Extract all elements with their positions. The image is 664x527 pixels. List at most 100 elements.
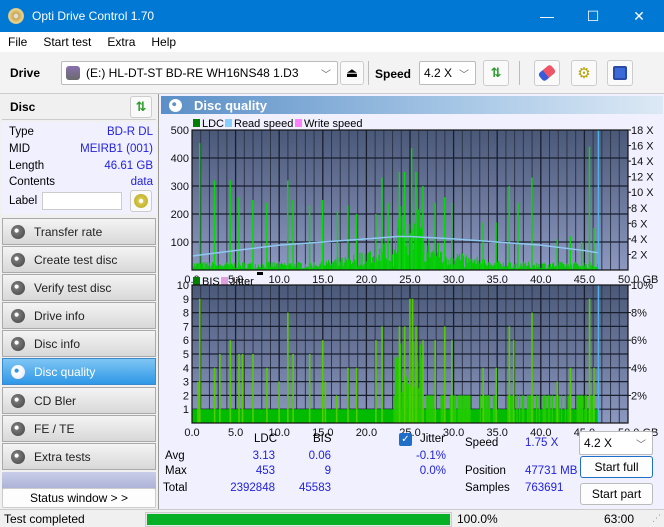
bis-bar [564,395,567,423]
bis-peak [508,326,511,423]
nav-extra-tests[interactable]: Extra tests [2,443,156,470]
bis-bar [519,395,521,423]
bis-bar [486,395,488,423]
jitter-checkbox[interactable]: ✓ [399,433,412,446]
ldc-bar [560,262,562,270]
bis-chart: BIS Jitter 0.0 5.0 10.0 15.0 20.0 25.0 30.0 35.… [177,272,658,437]
nav-drive-info[interactable]: Drive info [2,302,156,329]
refresh-button[interactable]: ⇅ [483,60,509,86]
bis-bar [516,395,518,423]
window-title: Opti Drive Control 1.70 [32,9,155,23]
resize-grip-icon[interactable]: ⋰ [652,513,661,524]
y2-tick-label: 6 X [631,218,648,230]
bis-peak [593,367,595,423]
ldc-bar [332,262,334,270]
ldc-bar [553,262,555,270]
menu-extra[interactable]: Extra [99,35,143,49]
ldc-peak [450,202,453,270]
nav-cd-bler[interactable]: CD Bler [2,387,156,414]
ldc-bar [242,262,244,270]
disc-type-value: BD-R DL [106,126,153,138]
bis-peak [335,395,338,423]
ldc-bar [311,265,313,270]
start-full-button[interactable]: Start full [580,456,653,478]
nav-label: FE / TE [34,421,75,436]
ldc-bar [493,264,495,270]
legend-swatch-bis [193,277,200,285]
bis-bar [393,395,395,423]
stats-max-label: Max [165,465,187,477]
status-window-button[interactable]: Status window > > [2,488,156,508]
ldc-bar [435,256,437,270]
gears-icon: ⚙ [577,65,591,82]
ldc-bar [348,260,351,270]
ldc-bar [359,252,361,270]
ldc-peak [580,242,583,270]
menu-help[interactable]: Help [143,35,184,49]
nav-create-test-disc[interactable]: Create test disc [2,246,156,273]
ldc-bar [275,263,277,270]
ldc-bar [379,248,381,270]
ldc-bar [576,263,578,270]
ldc-bar [526,265,528,270]
ldc-bar [494,263,496,270]
ldc-bar [407,254,409,270]
drive-select[interactable]: (E:) HL-DT-ST BD-RE WH16NS48 1.D3 ﹀ [61,61,338,85]
ldc-bar [364,254,366,270]
fe-te-icon [11,421,25,436]
nav-disc-info[interactable]: Disc info [2,330,156,357]
ldc-bar [446,258,448,270]
maximize-button[interactable]: ☐ [570,0,616,32]
y-tick-label: 300 [171,181,189,193]
ldc-peak [569,236,571,270]
stats-total-bis: 45583 [299,482,331,494]
disc-refresh-button[interactable]: ⇅ [130,96,152,118]
bis-peak [569,367,572,423]
save-button[interactable] [607,60,633,86]
menu-start-test[interactable]: Start test [35,35,99,49]
nav-label: Extra tests [34,449,91,464]
bis-peak [321,340,324,423]
start-part-button[interactable]: Start part [580,483,653,505]
ldc-bar [388,260,390,270]
ldc-peak [410,148,413,270]
close-button[interactable]: ✕ [616,0,662,32]
create-disc-icon [11,252,25,267]
ldc-bar [243,262,245,270]
nav-fe-te[interactable]: FE / TE [2,415,156,442]
speed-select[interactable]: 4.2 X ﹀ [419,61,476,85]
disc-label-button[interactable] [130,190,152,212]
legend-swatch-write-speed [295,119,302,127]
y-tick-label: 7 [183,321,189,333]
bis-peak [450,340,453,423]
minimize-button[interactable]: — [524,0,570,32]
nav-verify-test-disc[interactable]: Verify test disc [2,274,156,301]
erase-button[interactable] [534,60,560,86]
ldc-peak [517,202,519,270]
ldc-peak [387,202,389,270]
eject-button[interactable]: ⏏ [340,61,364,85]
disc-quality-panel: Disc quality LDC Read speed Write speed … [158,94,664,509]
ldc-bar [377,261,379,270]
disc-label-input[interactable] [42,192,122,210]
ldc-bar [271,262,273,270]
ldc-bar [574,262,577,270]
ldc-bar [582,265,584,270]
ldc-bar [591,265,593,270]
disc-mid-key: MID [9,143,31,155]
ldc-bar [438,257,440,270]
ldc-bar [297,262,299,270]
settings-button[interactable]: ⚙ [571,60,597,86]
bis-bar [426,395,428,423]
nav-disc-quality[interactable]: Disc quality [2,358,156,385]
ldc-bar [333,261,335,270]
ldc-bar [523,263,525,270]
menu-file[interactable]: File [0,35,35,49]
ldc-bar [202,262,204,270]
bis-peak [252,354,254,423]
ldc-bar [248,263,250,270]
y2-tick-label: 2 X [631,249,648,261]
nav-transfer-rate[interactable]: Transfer rate [2,218,156,245]
test-speed-select[interactable]: 4.2 X ﹀ [579,431,653,455]
bis-bar [522,395,525,423]
